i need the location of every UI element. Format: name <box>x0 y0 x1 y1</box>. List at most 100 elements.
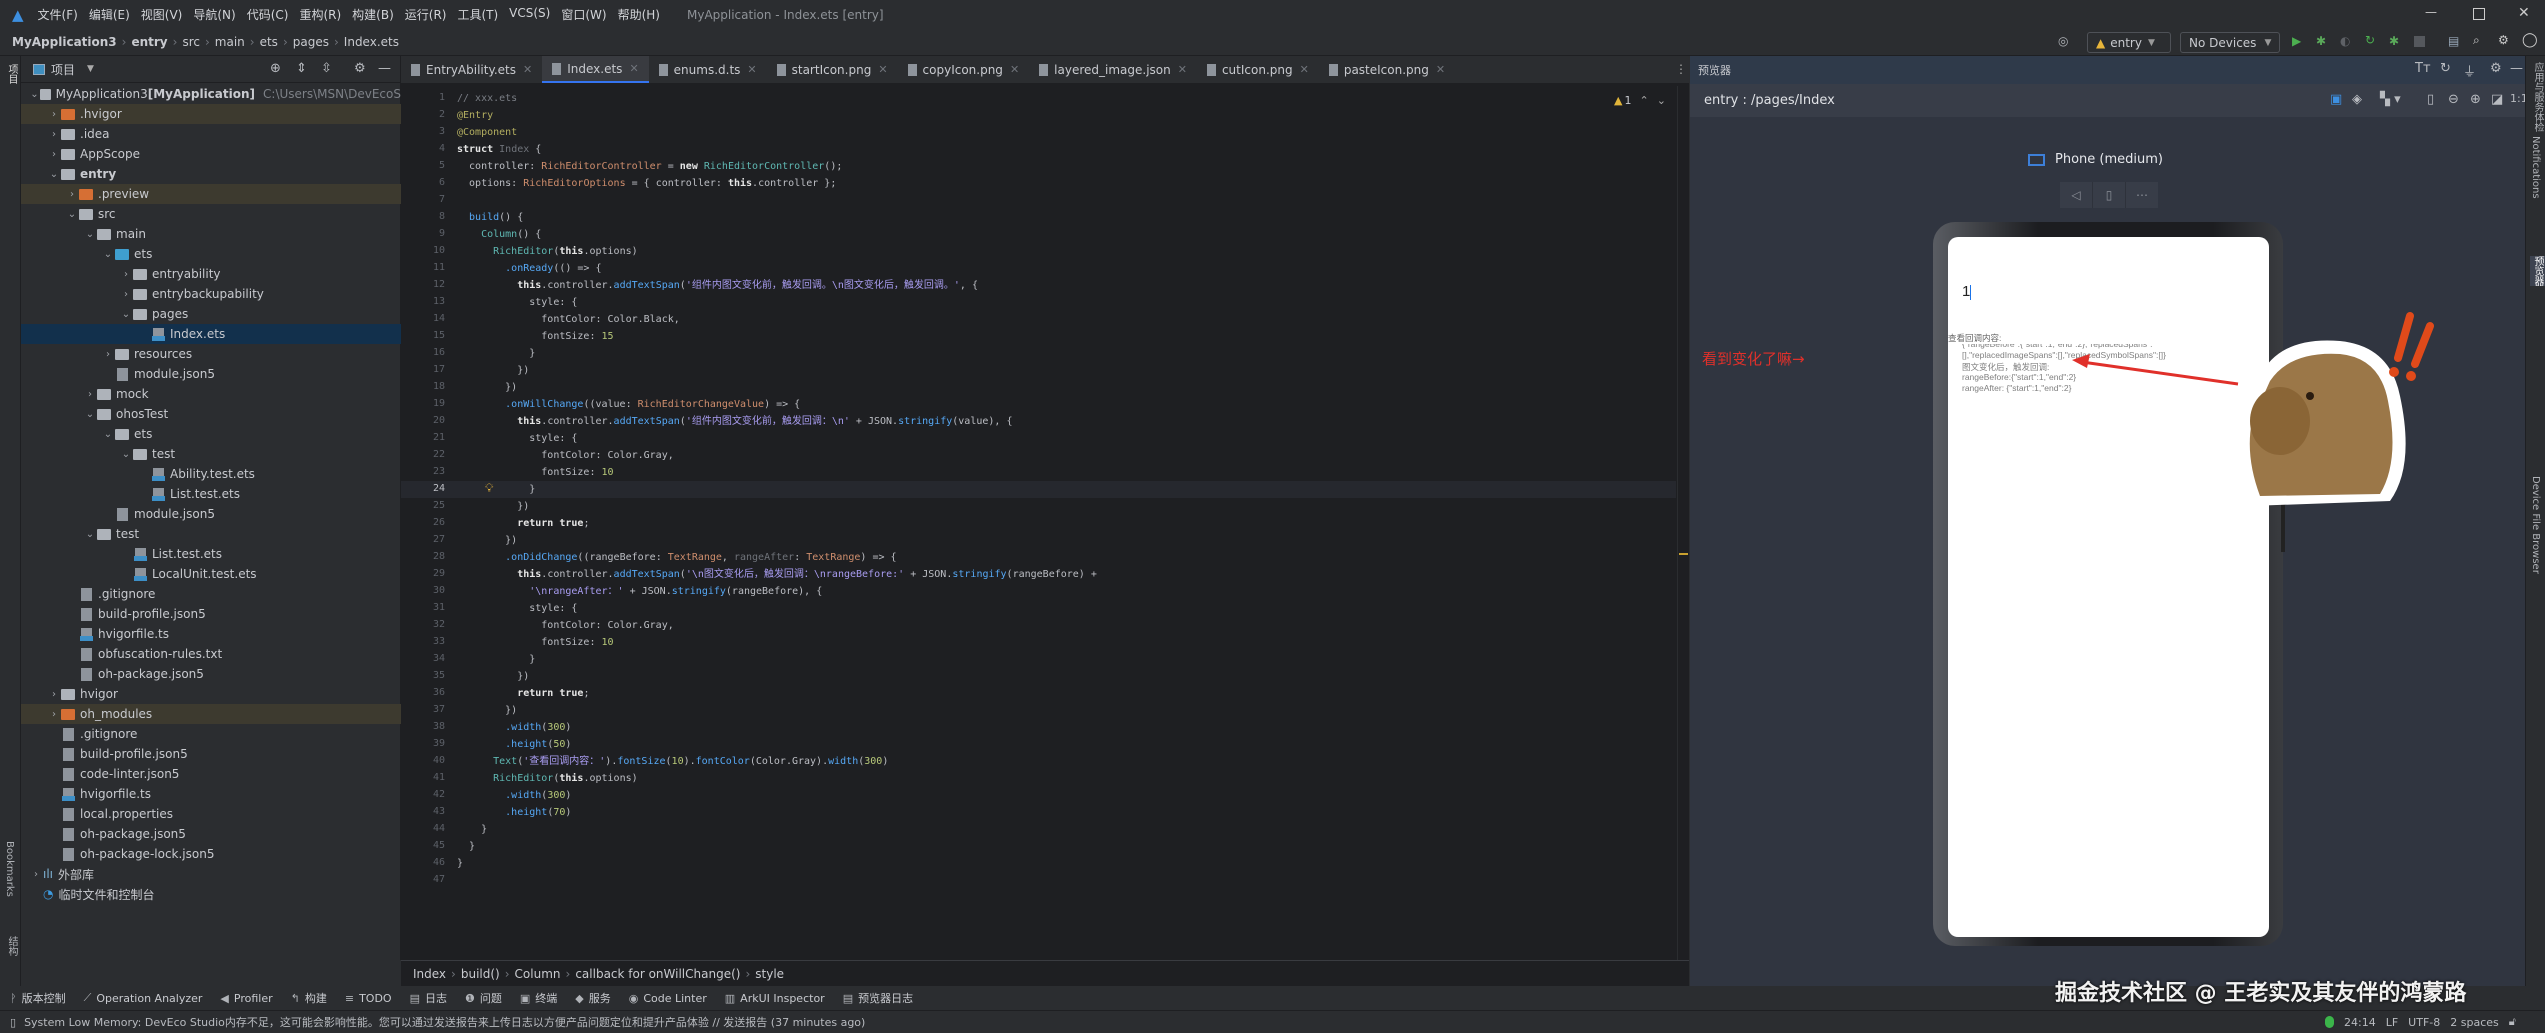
chevron-right-icon[interactable]: › <box>101 349 115 360</box>
close-tab-icon[interactable]: ✕ <box>523 63 532 76</box>
breadcrumb-item[interactable]: MyApplication3 <box>12 35 117 49</box>
tree-item[interactable]: ⌄ ohosTest <box>21 404 401 424</box>
project-structure-icon[interactable]: ▤ <box>2448 34 2459 48</box>
chevron-down-icon[interactable]: ⌄ <box>119 309 133 320</box>
breadcrumb-item[interactable]: main <box>215 35 245 49</box>
tool-window-button[interactable]: ◉ Code Linter <box>629 992 707 1005</box>
tree-item[interactable]: local.properties <box>21 804 401 824</box>
right-tool-button[interactable]: Device File Browser <box>2530 476 2541 574</box>
tool-window-button[interactable]: ≡ TODO <box>345 992 392 1005</box>
tree-item[interactable]: ⌄ ets <box>21 244 401 264</box>
project-tool-button[interactable]: 项目 <box>4 64 19 84</box>
tool-window-button[interactable]: ◀ Profiler <box>220 992 272 1005</box>
chevron-right-icon[interactable]: › <box>47 689 61 700</box>
chevron-down-icon[interactable]: ⌄ <box>29 89 40 100</box>
close-tab-icon[interactable]: ✕ <box>1436 63 1445 76</box>
debug-icon[interactable]: ✱ <box>2316 34 2326 48</box>
font-size-icon[interactable]: Tт <box>2415 61 2431 76</box>
gear-icon[interactable]: ⚙ <box>2498 33 2509 47</box>
tree-item[interactable]: › entrybackupability <box>21 284 401 304</box>
search-icon[interactable]: ⌕ <box>2473 33 2480 48</box>
right-tool-button[interactable]: Notifications <box>2530 136 2541 199</box>
editor-tab[interactable]: Index.ets ✕ <box>542 56 649 83</box>
zoom-in-icon[interactable]: ⊕ <box>2470 92 2481 107</box>
tree-item[interactable]: › AppScope <box>21 144 401 164</box>
tool-window-button[interactable]: ᚹ 版本控制 <box>10 990 66 1006</box>
menu-item[interactable]: 运行(R) <box>405 6 447 23</box>
tree-item[interactable]: › oh_modules <box>21 704 401 724</box>
tree-item[interactable]: › resources <box>21 344 401 364</box>
lock-icon[interactable]: 🔓︎ <box>2509 1015 2516 1029</box>
menu-item[interactable]: 导航(N) <box>193 6 235 23</box>
chevron-down-icon[interactable]: ⌄ <box>101 249 115 260</box>
chevron-down-icon[interactable]: ⌄ <box>47 169 61 180</box>
code-area[interactable]: 1 // xxx.ets 2 @Entry 3 @Component 4 struct Ind… <box>401 86 1689 966</box>
right-tool-button[interactable]: 预览器 <box>2530 256 2545 286</box>
chevron-right-icon[interactable]: › <box>47 149 61 160</box>
tree-item[interactable]: › mock <box>21 384 401 404</box>
close-tab-icon[interactable]: ✕ <box>1178 63 1187 76</box>
tree-item[interactable]: › ılı 外部库 <box>21 864 401 884</box>
locate-file-icon[interactable]: ⊕ <box>270 61 281 76</box>
tree-item[interactable]: module.json5 <box>21 364 401 384</box>
refresh-icon[interactable]: ↻ <box>2440 61 2451 76</box>
status-message[interactable]: System Low Memory: DevEco Studio内存不足，这可能… <box>24 1014 865 1030</box>
editor-tab[interactable]: enums.d.ts ✕ <box>649 56 767 83</box>
breadcrumb-item[interactable]: build() <box>461 967 500 981</box>
project-view-selector[interactable]: 项目 <box>51 61 75 78</box>
tree-item[interactable]: hvigorfile.ts <box>21 624 401 644</box>
layers-icon[interactable]: ◈ <box>2352 92 2362 107</box>
tree-item[interactable]: ⌄ entry <box>21 164 401 184</box>
bookmarks-tool-button[interactable]: Bookmarks <box>4 841 15 897</box>
line-separator[interactable]: LF <box>2386 1016 2398 1029</box>
back-icon[interactable]: ◁ <box>2060 182 2092 208</box>
breadcrumb-item[interactable]: Index.ets <box>344 35 399 49</box>
close-tab-icon[interactable]: ✕ <box>629 62 638 75</box>
tree-item[interactable]: code-linter.json5 <box>21 764 401 784</box>
stop-icon[interactable] <box>2414 36 2425 47</box>
rotate-icon[interactable]: ▯ <box>2092 182 2126 208</box>
tool-window-button[interactable]: ▤ 日志 <box>410 990 447 1006</box>
menu-item[interactable]: 视图(V) <box>141 6 183 23</box>
warning-marker[interactable] <box>1679 553 1688 555</box>
breadcrumb-item[interactable]: Index <box>413 967 446 981</box>
tree-item[interactable]: ⌄ src <box>21 204 401 224</box>
expand-all-icon[interactable]: ⇕ <box>296 61 307 76</box>
tree-item[interactable]: List.test.ets <box>21 544 401 564</box>
editor-scrollbar[interactable] <box>1677 86 1689 960</box>
right-tool-button[interactable]: 应用与服务体检 <box>2530 62 2545 132</box>
gear-icon[interactable]: ⚙ <box>354 61 366 76</box>
tree-item[interactable]: ⌄ test <box>21 444 401 464</box>
hide-panel-icon[interactable]: — <box>378 61 391 76</box>
breadcrumb-item[interactable]: style <box>755 967 784 981</box>
menu-item[interactable]: VCS(S) <box>509 6 550 23</box>
chevron-right-icon[interactable]: › <box>29 869 43 880</box>
tool-window-button[interactable]: ▤ 预览器日志 <box>843 990 913 1006</box>
chevron-right-icon[interactable]: › <box>47 709 61 720</box>
close-tab-icon[interactable]: ✕ <box>1300 63 1309 76</box>
attach-icon[interactable]: ◐ <box>2340 34 2350 48</box>
close-tab-icon[interactable]: ✕ <box>878 63 887 76</box>
tree-item[interactable]: Index.ets <box>21 324 401 344</box>
minimize-button[interactable]: — <box>2425 5 2437 19</box>
plug-icon[interactable]: ⏚ <box>2463 61 2476 80</box>
tree-item[interactable]: LocalUnit.test.ets <box>21 564 401 584</box>
tree-item[interactable]: ⌄ main <box>21 224 401 244</box>
chevron-down-icon[interactable]: ⌄ <box>83 229 97 240</box>
chevron-down-icon[interactable]: ⌄ <box>119 449 133 460</box>
structure-tool-button[interactable]: 结构 <box>4 936 19 956</box>
chevron-right-icon[interactable]: › <box>119 289 133 300</box>
tool-window-button[interactable]: ⟋ Operation Analyzer <box>84 991 203 1005</box>
breadcrumb-item[interactable]: entry <box>131 35 167 49</box>
tree-item[interactable]: › hvigor <box>21 684 401 704</box>
tree-item[interactable]: › entryability <box>21 264 401 284</box>
editor-tab[interactable]: cutIcon.png ✕ <box>1197 56 1319 83</box>
caret-position[interactable]: 24:14 <box>2344 1016 2376 1029</box>
multi-device-icon[interactable]: ▚ ▾ <box>2380 92 2401 107</box>
editor-tab[interactable]: EntryAbility.ets ✕ <box>401 56 542 83</box>
chevron-down-icon[interactable]: ⌄ <box>65 209 79 220</box>
tree-item[interactable]: ⌄ MyApplication3 [MyApplication] C:\Users\… <box>21 84 401 104</box>
breadcrumb-item[interactable]: ets <box>260 35 278 49</box>
fullscreen-icon[interactable]: ◪ <box>2491 92 2503 107</box>
tree-item[interactable]: .gitignore <box>21 584 401 604</box>
